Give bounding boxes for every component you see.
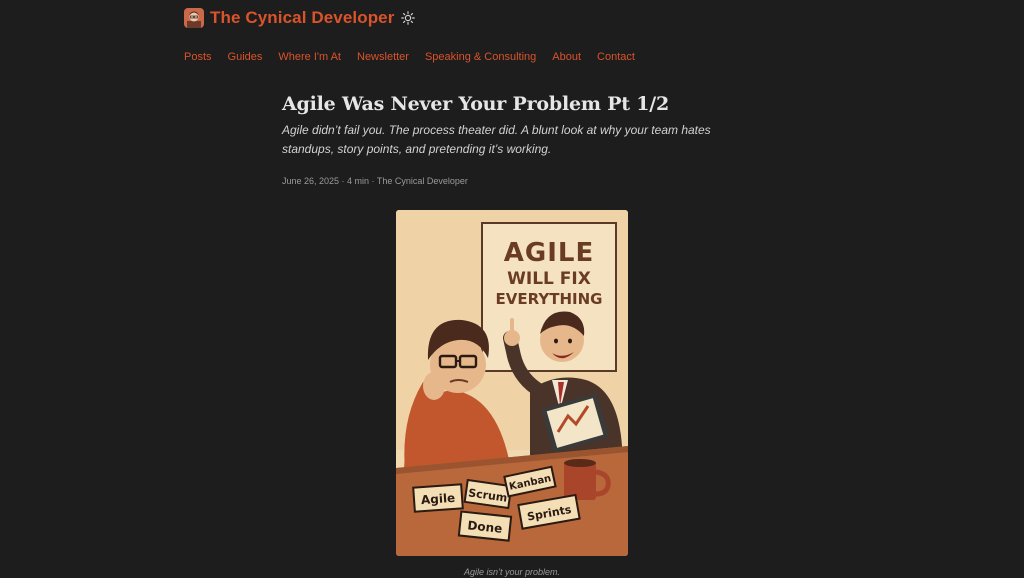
sun-icon[interactable]: [401, 11, 416, 25]
sign-line-2: WILL FIX: [507, 269, 591, 289]
card-agile: Agile: [412, 483, 464, 513]
card-scrum: Scrum: [463, 478, 513, 510]
hero-figure: AGILE WILL FIX EVERYTHING Agile Scrum Ka…: [396, 210, 628, 577]
sign-line-1: AGILE: [504, 238, 594, 268]
hero-caption: Agile isn’t your problem.: [463, 567, 561, 577]
site-logo-avatar[interactable]: [184, 8, 204, 28]
article-summary: Agile didn’t fail you. The process theat…: [282, 123, 711, 156]
nav-speaking-consulting[interactable]: Speaking & Consulting: [425, 50, 536, 64]
nav-guides[interactable]: Guides: [228, 50, 263, 64]
nav-where-im-at[interactable]: Where I'm At: [278, 50, 341, 64]
nav-about[interactable]: About: [552, 50, 581, 64]
article-meta: June 26, 2025 · 4 min · The Cynical Deve…: [282, 176, 468, 186]
nav-newsletter[interactable]: Newsletter: [357, 50, 409, 64]
nav-contact[interactable]: Contact: [597, 50, 635, 64]
site-header: The Cynical Developer: [184, 8, 416, 28]
card-agile-label: Agile: [420, 491, 455, 507]
sign-line-3: EVERYTHING: [496, 290, 603, 308]
article-title: Agile Was Never Your Problem Pt 1/2: [282, 93, 670, 115]
card-done: Done: [457, 510, 513, 542]
main-nav: Posts Guides Where I'm At Newsletter Spe…: [184, 50, 635, 64]
nav-posts[interactable]: Posts: [184, 50, 212, 64]
site-title-link[interactable]: The Cynical Developer: [210, 8, 394, 28]
hero-illustration: AGILE WILL FIX EVERYTHING Agile Scrum Ka…: [396, 210, 628, 556]
